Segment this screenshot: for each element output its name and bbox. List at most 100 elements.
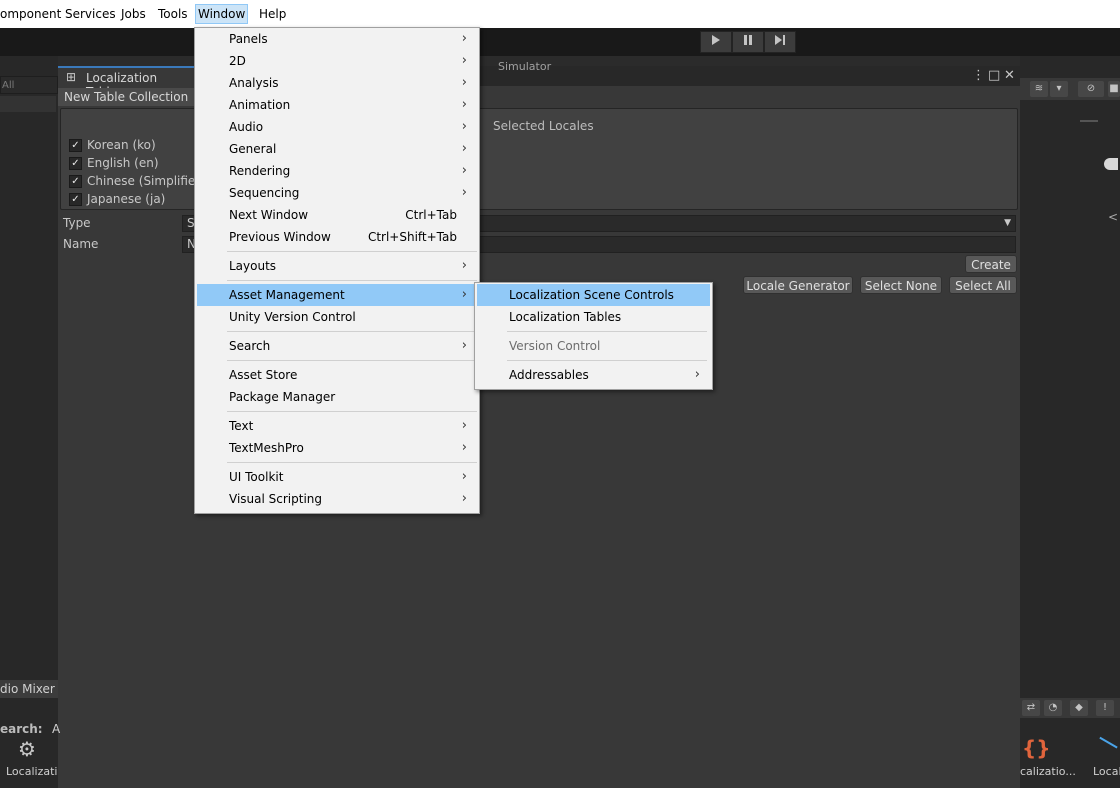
window-menu: Panels › 2D › Analysis › Animation › Audio › … bbox=[194, 27, 480, 514]
menu-item-ui-toolkit[interactable]: UI Toolkit › bbox=[197, 466, 477, 488]
tab-simulator[interactable]: Simulator bbox=[498, 60, 551, 73]
menu-item-asset-store[interactable]: Asset Store bbox=[197, 364, 477, 386]
scene-gizmo-arrow: < bbox=[1108, 210, 1119, 224]
menu-item-localization-tables[interactable]: Localization Tables bbox=[477, 306, 710, 328]
asset-label: Localizati bbox=[6, 765, 58, 778]
menu-item-label: General bbox=[229, 142, 277, 156]
asset-label: Locali bbox=[1093, 765, 1120, 778]
menu-item-general[interactable]: General › bbox=[197, 138, 477, 160]
hierarchy-row[interactable] bbox=[0, 96, 56, 112]
menu-item-label: Version Control bbox=[509, 339, 601, 353]
menu-item-label: Audio bbox=[229, 120, 264, 134]
menu-services[interactable]: Services bbox=[63, 5, 118, 23]
menu-item-label: Panels bbox=[229, 32, 268, 46]
tab-audio-mixer[interactable]: dio Mixer bbox=[0, 682, 55, 696]
locale-checkbox[interactable]: ✓ bbox=[69, 157, 82, 170]
menu-tools[interactable]: Tools bbox=[156, 5, 190, 23]
locale-checkbox[interactable]: ✓ bbox=[69, 175, 82, 188]
locale-row-japanese[interactable]: ✓ Japanese (ja) bbox=[69, 191, 165, 207]
warning-icon[interactable]: ! bbox=[1096, 700, 1114, 716]
menu-item-visual-scripting[interactable]: Visual Scripting › bbox=[197, 488, 477, 510]
menu-item-panels[interactable]: Panels › bbox=[197, 28, 477, 50]
scene-gizmo-cone[interactable] bbox=[1104, 158, 1118, 170]
menu-item-unity-version-control[interactable]: Unity Version Control bbox=[197, 306, 477, 328]
locale-label: Chinese (Simplified bbox=[87, 174, 203, 188]
menu-item-label: Sequencing bbox=[229, 186, 300, 200]
locale-generator-button[interactable]: Locale Generator bbox=[743, 276, 853, 294]
menu-item-label: Layouts bbox=[229, 259, 277, 273]
chevron-right-icon: › bbox=[461, 31, 467, 46]
localization-asset-icon[interactable]: ⚙ bbox=[18, 738, 52, 760]
menu-item-animation[interactable]: Animation › bbox=[197, 94, 477, 116]
locale-row-english[interactable]: ✓ English (en) bbox=[69, 155, 159, 171]
locale-label: English (en) bbox=[87, 156, 159, 170]
menu-item-text[interactable]: Text › bbox=[197, 415, 477, 437]
locale-checkbox[interactable]: ✓ bbox=[69, 139, 82, 152]
menu-item-search[interactable]: Search › bbox=[197, 335, 477, 357]
pause-button[interactable] bbox=[732, 31, 764, 53]
menu-item-localization-scene-controls[interactable]: Localization Scene Controls bbox=[477, 284, 710, 306]
hierarchy-search-input[interactable]: All bbox=[0, 76, 58, 94]
locale-label: Korean (ko) bbox=[87, 138, 156, 152]
menu-item-sequencing[interactable]: Sequencing › bbox=[197, 182, 477, 204]
locale-row-chinese[interactable]: ✓ Chinese (Simplified bbox=[69, 173, 203, 189]
menu-item-previous-window[interactable]: Previous Window Ctrl+Shift+Tab bbox=[197, 226, 477, 248]
name-label: Name bbox=[63, 237, 99, 251]
menu-item-label: Search bbox=[229, 339, 271, 353]
menu-item-addressables[interactable]: Addressables › bbox=[477, 364, 710, 386]
menu-item-label: Analysis bbox=[229, 76, 279, 90]
selected-locales-label: Selected Locales bbox=[493, 119, 594, 133]
chevron-right-icon: › bbox=[461, 258, 467, 273]
menu-item-audio[interactable]: Audio › bbox=[197, 116, 477, 138]
menu-item-2d[interactable]: 2D › bbox=[197, 50, 477, 72]
close-icon[interactable]: ✕ bbox=[1004, 68, 1015, 83]
chevron-down-icon[interactable]: ▾ bbox=[1050, 81, 1068, 97]
menu-item-package-manager[interactable]: Package Manager bbox=[197, 386, 477, 408]
tag-icon[interactable]: ◆ bbox=[1070, 700, 1088, 716]
select-all-button[interactable]: Select All bbox=[949, 276, 1017, 294]
menu-help[interactable]: Help bbox=[257, 5, 288, 23]
hierarchy-panel: All bbox=[0, 56, 58, 788]
sync-icon[interactable]: ⇄ bbox=[1022, 700, 1040, 716]
step-button[interactable] bbox=[764, 31, 796, 53]
maximize-icon[interactable]: □ bbox=[988, 68, 1000, 83]
menu-item-label: Rendering bbox=[229, 164, 291, 178]
visibility-icon[interactable]: ⊘ bbox=[1078, 81, 1104, 97]
search-filter-text[interactable]: A bbox=[52, 722, 60, 736]
menu-item-label: Localization Tables bbox=[509, 310, 622, 324]
play-button[interactable] bbox=[700, 31, 732, 53]
main-menubar: omponent Services Jobs Tools Window Help bbox=[0, 0, 1120, 28]
tab-new-table-collection[interactable]: New Table Collection bbox=[58, 88, 195, 106]
menu-item-label: UI Toolkit bbox=[229, 470, 284, 484]
layers-icon[interactable]: ≋ bbox=[1030, 81, 1048, 97]
toggle-icon[interactable]: ■ bbox=[1108, 81, 1120, 97]
project-toolbar-right: ⇄ ◔ ◆ ! bbox=[1020, 698, 1120, 718]
create-button[interactable]: Create bbox=[965, 255, 1017, 273]
menu-item-label: Unity Version Control bbox=[229, 310, 356, 324]
filter-icon[interactable]: ◔ bbox=[1044, 700, 1062, 716]
menu-window[interactable]: Window bbox=[195, 4, 249, 24]
tab-localization-tables[interactable]: ⊞ Localization Tables bbox=[58, 66, 198, 99]
menu-separator bbox=[507, 360, 707, 361]
menu-item-layouts[interactable]: Layouts › bbox=[197, 255, 477, 277]
menu-jobs[interactable]: Jobs bbox=[119, 5, 148, 23]
menu-item-version-control: Version Control bbox=[477, 335, 710, 357]
menu-item-label: Previous Window bbox=[229, 230, 331, 244]
menu-item-label: Localization Scene Controls bbox=[509, 288, 674, 302]
globe-table-icon: ⊞ bbox=[66, 70, 77, 84]
shortcut-text: Ctrl+Shift+Tab bbox=[367, 230, 457, 244]
menu-item-rendering[interactable]: Rendering › bbox=[197, 160, 477, 182]
asset-label: calizatio... bbox=[1020, 765, 1076, 778]
locale-row-korean[interactable]: ✓ Korean (ko) bbox=[69, 137, 156, 153]
menu-item-textmeshpro[interactable]: TextMeshPro › bbox=[197, 437, 477, 459]
menu-item-next-window[interactable]: Next Window Ctrl+Tab bbox=[197, 204, 477, 226]
menu-item-analysis[interactable]: Analysis › bbox=[197, 72, 477, 94]
menu-item-label: 2D bbox=[229, 54, 246, 68]
select-none-button[interactable]: Select None bbox=[860, 276, 942, 294]
more-options-icon[interactable]: ⋮ bbox=[972, 68, 985, 83]
menu-item-asset-management[interactable]: Asset Management › bbox=[197, 284, 477, 306]
menu-component[interactable]: omponent bbox=[0, 5, 63, 23]
curly-braces-icon[interactable]: {} bbox=[1022, 736, 1050, 760]
locale-checkbox[interactable]: ✓ bbox=[69, 193, 82, 206]
menu-separator bbox=[227, 462, 477, 463]
